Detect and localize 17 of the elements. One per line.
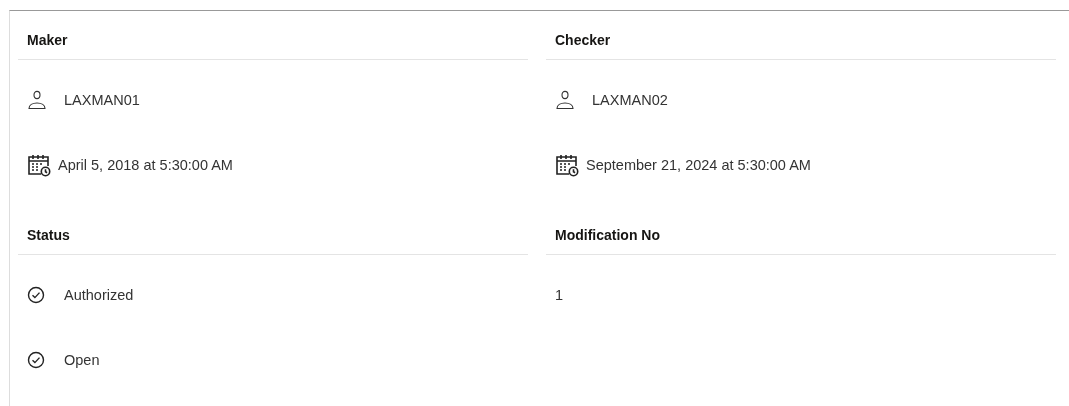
value-text: 1 [555,286,564,303]
date-time: April 5, 2018 at 5:30:00 AM [58,156,233,173]
status-text: Open [64,351,100,368]
section-heading: Status [26,227,70,243]
section-heading: Checker [554,32,611,48]
user-icon [27,89,47,110]
check-circle-icon [27,285,45,304]
check-circle-icon [27,350,45,369]
date-time: September 21, 2024 at 5:30:00 AM [586,156,811,173]
section-heading: Modification No [554,227,660,243]
user-icon [555,89,575,110]
status-text: Authorized [64,286,134,303]
user-name: LAXMAN01 [64,91,140,108]
section-heading: Maker [26,32,68,48]
calendar-clock-icon [27,152,51,177]
user-name: LAXMAN02 [592,91,668,108]
calendar-clock-icon [555,152,579,177]
